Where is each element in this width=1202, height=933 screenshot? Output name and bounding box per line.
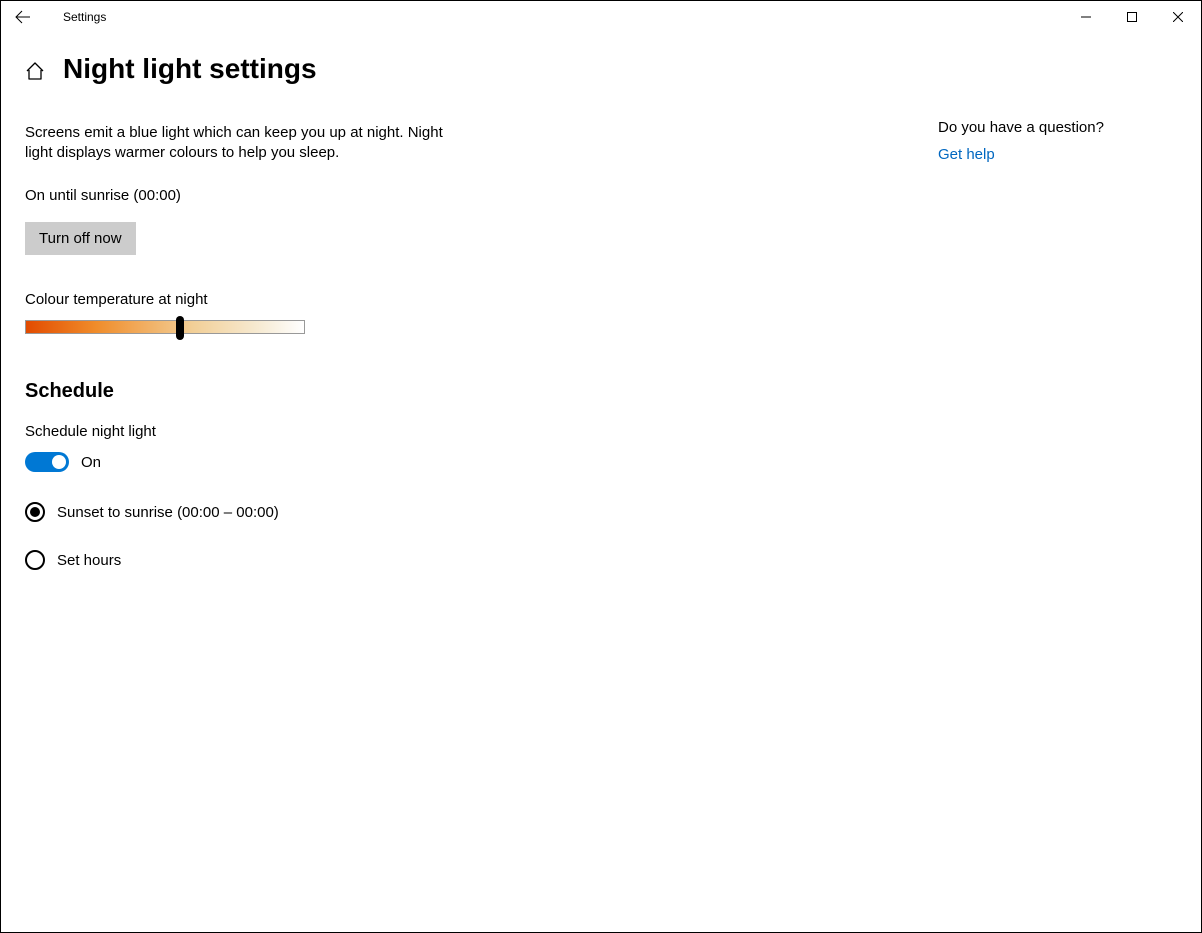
schedule-heading: Schedule — [25, 380, 665, 403]
minimize-icon — [1081, 12, 1091, 22]
radio-icon — [25, 502, 45, 522]
close-icon — [1173, 12, 1183, 22]
page-title: Night light settings — [63, 53, 317, 85]
help-section: Do you have a question? Get help — [938, 119, 1104, 163]
app-title: Settings — [63, 10, 106, 24]
home-icon — [25, 61, 45, 81]
radio-label-sunset: Sunset to sunrise (00:00 – 00:00) — [57, 504, 279, 521]
maximize-button[interactable] — [1109, 1, 1155, 33]
status-text: On until sunrise (00:00) — [25, 187, 665, 204]
toggle-knob — [52, 455, 66, 469]
schedule-toggle[interactable] — [25, 452, 69, 472]
back-arrow-icon — [15, 9, 31, 25]
minimize-button[interactable] — [1063, 1, 1109, 33]
page-description: Screens emit a blue light which can keep… — [25, 123, 445, 163]
schedule-toggle-label: Schedule night light — [25, 423, 665, 440]
turn-off-button[interactable]: Turn off now — [25, 222, 136, 255]
help-question: Do you have a question? — [938, 119, 1104, 136]
close-button[interactable] — [1155, 1, 1201, 33]
maximize-icon — [1127, 12, 1137, 22]
colour-temperature-slider[interactable] — [25, 320, 305, 334]
radio-sunset-to-sunrise[interactable]: Sunset to sunrise (00:00 – 00:00) — [25, 502, 665, 522]
home-button[interactable] — [25, 57, 45, 81]
radio-label-hours: Set hours — [57, 552, 121, 569]
window-controls — [1063, 1, 1201, 33]
titlebar: Settings — [1, 1, 1201, 33]
radio-icon — [25, 550, 45, 570]
get-help-link[interactable]: Get help — [938, 146, 1104, 163]
radio-set-hours[interactable]: Set hours — [25, 550, 665, 570]
slider-thumb[interactable] — [176, 316, 184, 340]
slider-label: Colour temperature at night — [25, 291, 665, 308]
back-button[interactable] — [1, 1, 45, 33]
toggle-state: On — [81, 454, 101, 471]
